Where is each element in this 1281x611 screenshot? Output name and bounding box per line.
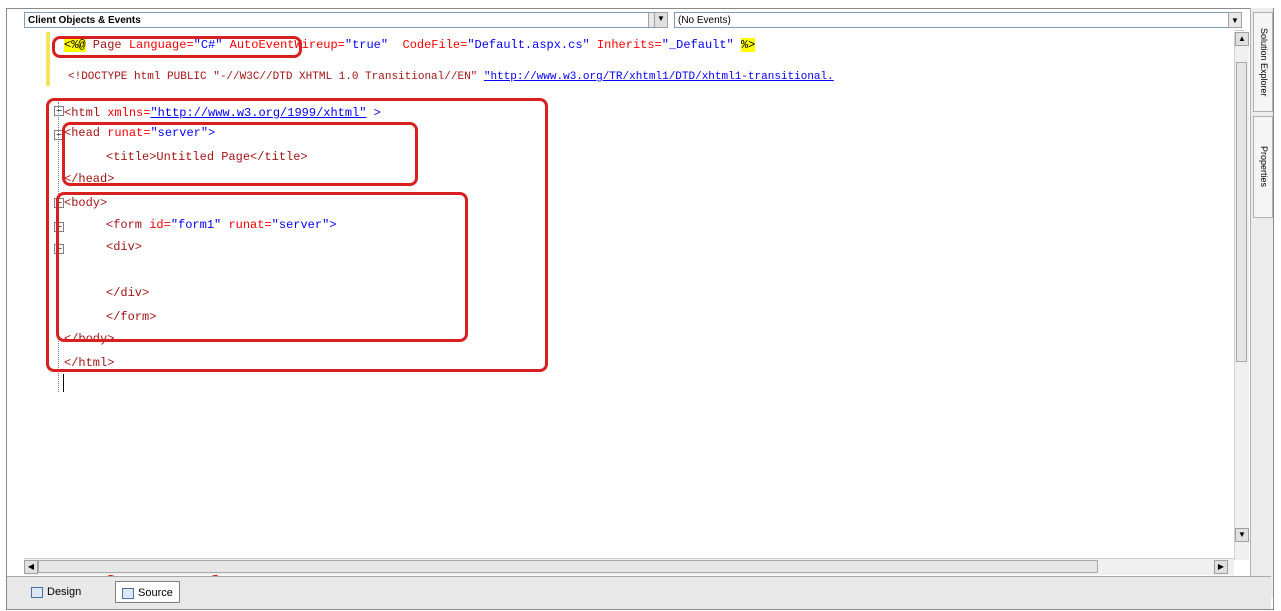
solution-explorer-label: Solution Explorer — [1259, 27, 1269, 97]
scroll-right-icon[interactable]: ▶ — [1214, 560, 1228, 574]
annotation-directive — [52, 36, 302, 58]
code-line-2: <!DOCTYPE html PUBLIC "-//W3C//DTD XHTML… — [68, 70, 834, 84]
inherits-value: "_Default" — [661, 38, 734, 52]
client-objects-combo-label: Client Objects & Events — [28, 15, 141, 26]
annotation-head — [62, 122, 418, 186]
solution-explorer-tab[interactable]: Solution Explorer — [1253, 12, 1273, 112]
events-combo-label: (No Events) — [678, 15, 731, 26]
source-view-icon — [122, 587, 134, 599]
design-tab[interactable]: Design — [31, 581, 81, 603]
scroll-up-icon[interactable]: ▲ — [1235, 32, 1249, 46]
doctype-url-link[interactable]: "http://www.w3.org/TR/xhtml1/DTD/xhtml1-… — [484, 71, 834, 83]
source-tab-label: Source — [138, 587, 173, 599]
codefile-attr: CodeFile= — [388, 38, 468, 52]
view-tab-bar: Design Source — [7, 576, 1271, 609]
autoeventwireup-value: "true" — [344, 38, 389, 52]
codefile-value: "Default.aspx.cs" — [467, 38, 590, 52]
events-dropdown-chevron-icon[interactable]: ▼ — [1228, 12, 1242, 28]
vertical-scrollbar[interactable]: ▲ ▼ — [1234, 32, 1249, 560]
vertical-scroll-thumb[interactable] — [1236, 62, 1247, 362]
scroll-down-icon[interactable]: ▼ — [1235, 528, 1249, 542]
editor-navigation-bar: Client Objects & Events ▼ (No Events) — [24, 10, 1244, 31]
horizontal-scroll-thumb[interactable] — [38, 560, 1098, 573]
properties-label: Properties — [1259, 146, 1269, 188]
horizontal-scrollbar[interactable]: ◀ ▶ — [24, 558, 1234, 575]
doctype-text: <!DOCTYPE html PUBLIC "-//W3C//DTD XHTML… — [68, 71, 484, 83]
scroll-left-icon[interactable]: ◀ — [24, 560, 38, 574]
tool-window-sidebar: Solution Explorer Properties — [1250, 8, 1273, 598]
properties-tab[interactable]: Properties — [1253, 116, 1273, 218]
directive-close: %> — [740, 38, 756, 52]
source-tab[interactable]: Source — [115, 581, 180, 603]
events-combo[interactable]: (No Events) — [674, 12, 1239, 28]
text-cursor — [63, 374, 64, 392]
inherits-attr: Inherits= — [589, 38, 662, 52]
client-objects-combo[interactable]: Client Objects & Events ▼ — [24, 12, 664, 28]
design-tab-label: Design — [47, 586, 82, 598]
annotation-body — [56, 192, 468, 342]
changed-lines-marker — [46, 32, 50, 86]
design-view-icon — [31, 586, 43, 598]
events-left-chevron-icon[interactable]: ▼ — [654, 12, 668, 28]
